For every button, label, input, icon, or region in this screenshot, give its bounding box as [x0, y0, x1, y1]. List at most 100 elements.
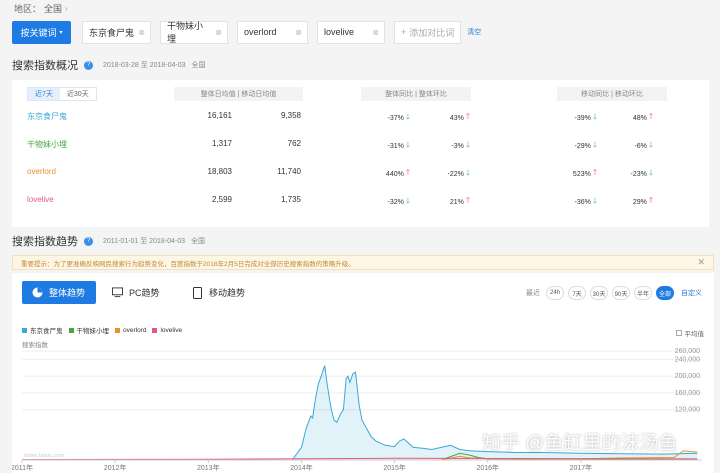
tab-pc-trend[interactable]: PC趋势 [102, 281, 176, 304]
watermark: 知乎 @鱼缸里的沫汤鱼 [482, 433, 678, 454]
keyword-tag-label: 干物妹小埋 [167, 21, 204, 44]
tab-30-days[interactable]: 近30天 [59, 88, 96, 100]
mobile-mom-cell: 48% 🡑 [605, 111, 653, 125]
keyword-cell[interactable]: overlord [27, 167, 56, 176]
arrow-up-icon: 🡑 [465, 196, 470, 205]
value: 523% [572, 170, 591, 178]
arrow-down-icon: 🡓 [405, 196, 410, 205]
legend-item[interactable]: 干物妹小埋 [68, 325, 110, 335]
overview-period-tabs: 近7天 近30天 [27, 87, 97, 101]
mobile-yoy-cell: -29% 🡓 [549, 139, 597, 153]
legend-label: 东京食尸鬼 [30, 328, 63, 335]
value: -23% [630, 170, 647, 178]
column-header: 移动环比 [614, 91, 643, 98]
mobile-mom-cell: 29% 🡑 [605, 195, 653, 209]
region-selector[interactable]: 地区： 全国 › [14, 2, 68, 14]
value: 43% [449, 114, 464, 122]
value: 440% [385, 170, 404, 178]
help-icon[interactable]: ? [84, 236, 93, 246]
overall-avg-cell: 18,803 [207, 167, 232, 176]
trend-title: 搜索指数趋势 [12, 236, 78, 248]
value: 48% [632, 114, 647, 122]
close-icon[interactable]: ✕ [697, 257, 705, 268]
keyword-mode-button[interactable]: 按关键词 ▾ [12, 20, 71, 44]
custom-range-link[interactable]: 自定义 [681, 288, 702, 298]
arrow-up-icon: 🡑 [465, 112, 470, 121]
range-30-days[interactable]: 30天 [590, 286, 608, 300]
value: -6% [634, 142, 647, 150]
keyword-tag-label: 东京食尸鬼 [89, 27, 135, 38]
close-icon[interactable]: ⊗ [215, 28, 222, 37]
arrow-down-icon: 🡓 [592, 196, 597, 205]
range-all[interactable]: 全部 [656, 286, 674, 300]
value: -31% [387, 142, 404, 150]
close-icon[interactable]: ⊗ [295, 28, 302, 37]
tab-overall-trend[interactable]: 整体趋势 [22, 281, 96, 304]
keyword-cell[interactable]: lovelive [27, 195, 54, 204]
overall-mom-cell: 21% 🡑 [422, 195, 470, 209]
overall-mom-cell: -22% 🡓 [422, 167, 470, 181]
arrow-down-icon: 🡓 [465, 168, 470, 177]
checkbox[interactable] [675, 330, 682, 336]
keyword-cell[interactable]: 东京食尸鬼 [27, 111, 67, 122]
chevron-right-icon: › [65, 3, 68, 13]
mobile-yoy-cell: 523% 🡑 [549, 167, 597, 181]
region-label: 地区： [14, 3, 42, 14]
range-24h[interactable]: 24h [546, 286, 564, 300]
mobile-avg-cell: 11,740 [277, 167, 301, 176]
arrow-down-icon: 🡓 [592, 112, 597, 121]
keyword-tag[interactable]: lovelive ⊗ [317, 20, 385, 44]
legend-swatch [152, 327, 158, 333]
legend-label: 干物妹小埋 [76, 328, 110, 335]
pie-chart-icon [32, 287, 43, 298]
legend-item[interactable]: overlord [115, 325, 146, 335]
overview-table: 近7天 近30天 整体日均值 | 移动日均值 整体同比 | 整体环比 移动同比 … [12, 80, 709, 227]
value: 21% [449, 198, 464, 206]
keyword-cell[interactable]: 干物妹小埋 [27, 139, 67, 150]
overview-title: 搜索指数概况 [12, 60, 78, 72]
value: 29% [632, 198, 647, 206]
overall-avg-cell: 1,317 [211, 139, 232, 148]
table-row: lovelive 2,599 1,735 -32% 🡓 21% 🡑 -36% 🡓 29% 🡑 [12, 187, 709, 214]
range-7-days[interactable]: 7天 [568, 286, 586, 300]
x-tick-label: 2014年 [290, 463, 313, 472]
chart-credit: index.baidu.com [24, 453, 64, 459]
column-header-averages: 整体日均值 | 移动日均值 [174, 87, 303, 101]
add-compare-keyword-button[interactable]: + 添加对比词 [394, 20, 462, 44]
region-value: 全国 [44, 3, 63, 14]
column-header-mobile-change: 移动同比 | 移动环比 [557, 87, 667, 101]
overall-yoy-cell: 440% 🡑 [362, 167, 410, 181]
trend-header: 搜索指数趋势 ? 2011-01-01 至 2018-04-03 全国 [12, 233, 205, 249]
arrow-up-icon: 🡑 [592, 168, 597, 177]
keyword-tag[interactable]: overlord ⊗ [237, 20, 308, 44]
add-compare-label: 添加对比词 [409, 27, 455, 38]
mobile-mom-cell: -23% 🡓 [605, 167, 653, 181]
range-label: 最近 [526, 290, 540, 297]
legend-item[interactable]: lovelive [152, 325, 182, 335]
tab-7-days[interactable]: 近7天 [28, 88, 60, 100]
y-tick-label: 120,000 [675, 407, 700, 414]
tab-mobile-trend[interactable]: 移动趋势 [182, 281, 256, 304]
column-header: 移动日均值 [241, 91, 277, 98]
clear-keywords-link[interactable]: 清空 [467, 27, 481, 37]
legend-item[interactable]: 东京食尸鬼 [22, 325, 63, 335]
keyword-tag[interactable]: 干物妹小埋 ⊗ [160, 20, 228, 44]
tab-label: 整体趋势 [49, 288, 86, 298]
mobile-yoy-cell: -39% 🡓 [549, 111, 597, 125]
arrow-down-icon: 🡓 [405, 140, 410, 149]
column-header: 移动同比 [581, 91, 610, 98]
caret-down-icon: ▾ [59, 29, 63, 36]
y-tick-label: 260,000 [675, 348, 700, 355]
arrow-up-icon: 🡑 [648, 196, 653, 205]
range-half-year[interactable]: 半年 [634, 286, 652, 300]
column-header-overall-change: 整体同比 | 整体环比 [361, 87, 471, 101]
close-icon[interactable]: ⊗ [372, 28, 379, 37]
help-icon[interactable]: ? [84, 60, 93, 70]
column-header: 整体同比 [385, 91, 414, 98]
value: -29% [574, 142, 591, 150]
keyword-tag[interactable]: 东京食尸鬼 ⊗ [82, 20, 151, 44]
close-icon[interactable]: ⊗ [138, 28, 145, 37]
arrow-up-icon: 🡑 [405, 168, 410, 177]
tab-label: 移动趋势 [209, 288, 246, 298]
range-90-days[interactable]: 90天 [612, 286, 630, 300]
